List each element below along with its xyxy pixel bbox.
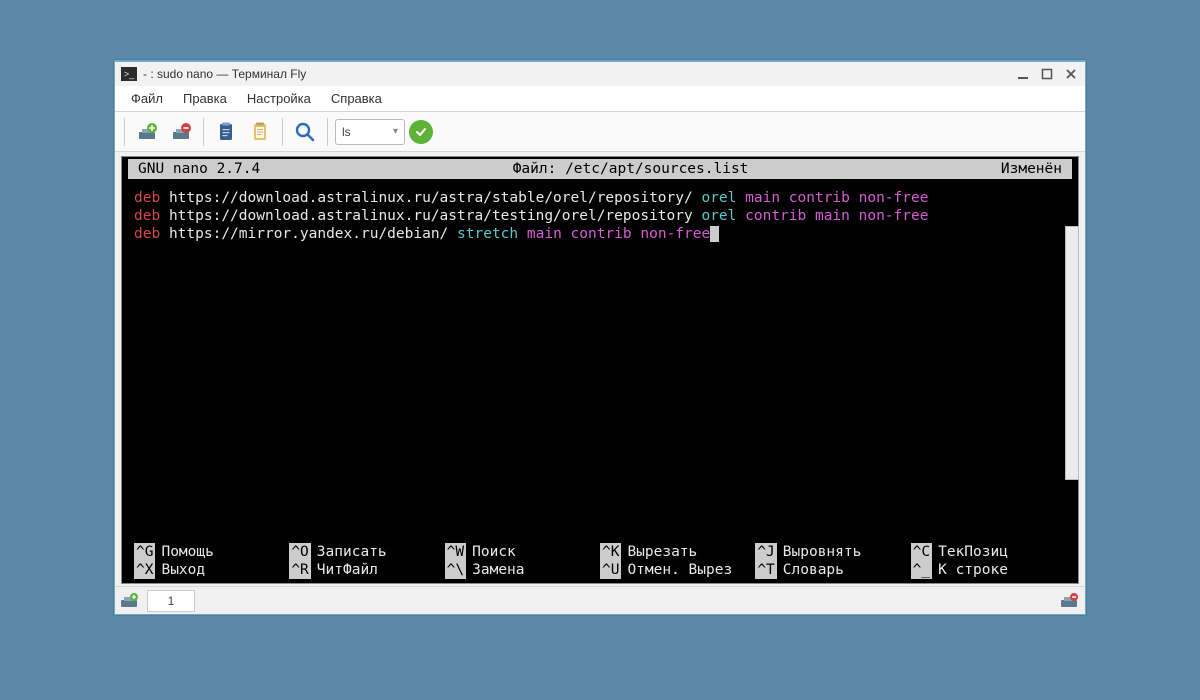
terminal-app-icon: >_	[121, 67, 137, 81]
nano-modified-label: Изменён	[1001, 160, 1066, 178]
minimize-button[interactable]	[1015, 66, 1031, 82]
menu-file[interactable]: Файл	[121, 87, 173, 110]
terminal-window: >_ - : sudo nano — Терминал Fly Файл Пра…	[114, 60, 1086, 615]
menu-edit[interactable]: Правка	[173, 87, 237, 110]
command-combo[interactable]: ls ▾	[335, 119, 405, 145]
menubar: Файл Правка Настройка Справка	[115, 86, 1085, 112]
nano-header: GNU nano 2.7.4 Файл: /etc/apt/sources.li…	[128, 159, 1072, 179]
nano-content[interactable]: deb https://download.astralinux.ru/astra…	[122, 179, 1078, 247]
run-button[interactable]	[409, 120, 433, 144]
terminal-area[interactable]: GNU nano 2.7.4 Файл: /etc/apt/sources.li…	[121, 156, 1079, 584]
statusbar: 1	[115, 586, 1085, 614]
text-cursor	[710, 226, 719, 242]
vertical-scrollbar[interactable]	[1065, 226, 1079, 480]
menu-settings[interactable]: Настройка	[237, 87, 321, 110]
titlebar[interactable]: >_ - : sudo nano — Терминал Fly	[115, 62, 1085, 86]
nano-file-label: Файл: /etc/apt/sources.list	[260, 160, 1001, 178]
search-button[interactable]	[290, 117, 320, 147]
toolbar: ls ▾	[115, 112, 1085, 152]
nano-shortcuts: ^GПомощь ^OЗаписать ^WПоиск ^KВырезать ^…	[134, 543, 1066, 579]
maximize-button[interactable]	[1039, 66, 1055, 82]
copy-button[interactable]	[211, 117, 241, 147]
window-title: - : sudo nano — Терминал Fly	[143, 67, 1015, 81]
new-tab-button[interactable]	[132, 117, 162, 147]
remove-session-icon[interactable]	[1059, 592, 1081, 610]
nano-version: GNU nano 2.7.4	[134, 160, 260, 178]
chevron-down-icon: ▾	[393, 126, 398, 137]
command-combo-value: ls	[342, 125, 351, 139]
add-session-icon[interactable]	[119, 592, 141, 610]
close-tab-button[interactable]	[166, 117, 196, 147]
session-tab-1[interactable]: 1	[147, 590, 195, 612]
close-button[interactable]	[1063, 66, 1079, 82]
paste-button[interactable]	[245, 117, 275, 147]
menu-help[interactable]: Справка	[321, 87, 392, 110]
